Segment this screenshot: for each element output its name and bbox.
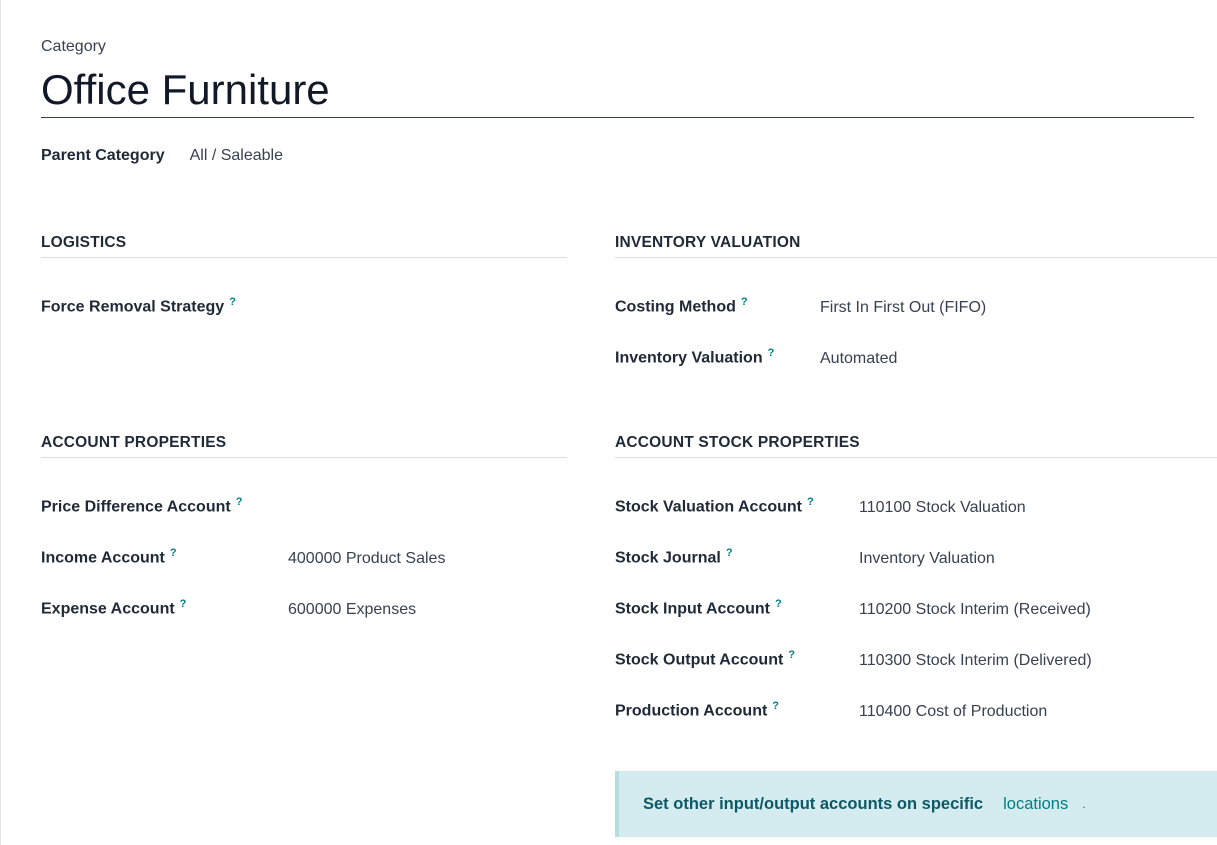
stock-valuation-label: Stock Valuation Account? <box>615 496 814 516</box>
stock-valuation-label-text: Stock Valuation Account <box>615 498 802 516</box>
stock-valuation-field[interactable]: 110100 Stock Valuation <box>859 499 1026 517</box>
costing-method-label-text: Costing Method <box>615 298 736 316</box>
stock-output-label: Stock Output Account? <box>615 649 795 669</box>
income-account-label: Income Account? <box>41 547 177 567</box>
inventory-valuation-row: Inventory Valuation? Automated <box>615 347 1217 371</box>
inventory-valuation-field[interactable]: Automated <box>820 350 897 368</box>
expense-account-field[interactable]: 600000 Expenses <box>288 601 416 619</box>
help-icon[interactable]: ? <box>726 547 733 559</box>
expense-account-row: Expense Account? 600000 Expenses <box>41 598 567 622</box>
inventory-valuation-label: Inventory Valuation? <box>615 347 774 367</box>
force-removal-label-text: Force Removal Strategy <box>41 298 225 316</box>
expense-account-label-text: Expense Account <box>41 600 175 618</box>
locations-link[interactable]: locations <box>1003 795 1068 814</box>
account-properties-title: ACCOUNT PROPERTIES <box>41 434 567 458</box>
stock-input-row: Stock Input Account? 110200 Stock Interi… <box>615 598 1217 622</box>
help-icon[interactable]: ? <box>772 700 779 712</box>
stock-output-label-text: Stock Output Account <box>615 651 784 669</box>
help-icon[interactable]: ? <box>807 496 814 508</box>
price-difference-row: Price Difference Account? <box>41 496 567 520</box>
logistics-section: LOGISTICS <box>41 234 567 258</box>
production-account-label-text: Production Account <box>615 702 768 720</box>
parent-category-label: Parent Category <box>41 147 165 164</box>
category-form-sheet: Category Office Furniture Parent Categor… <box>0 0 1217 845</box>
help-icon[interactable]: ? <box>170 547 177 559</box>
stock-journal-row: Stock Journal? Inventory Valuation <box>615 547 1217 571</box>
force-removal-row: Force Removal Strategy? <box>41 296 236 316</box>
account-properties-section: ACCOUNT PROPERTIES <box>41 434 567 458</box>
price-difference-label: Price Difference Account? <box>41 496 242 516</box>
production-account-label: Production Account? <box>615 700 779 720</box>
production-account-field[interactable]: 110400 Cost of Production <box>859 703 1047 721</box>
logistics-title: LOGISTICS <box>41 234 567 258</box>
stock-output-field[interactable]: 110300 Stock Interim (Delivered) <box>859 652 1092 670</box>
stock-input-field[interactable]: 110200 Stock Interim (Received) <box>859 601 1091 619</box>
costing-method-row: Costing Method? First In First Out (FIFO… <box>615 296 1217 320</box>
stock-journal-label-text: Stock Journal <box>615 549 721 567</box>
parent-category-field[interactable]: All / Saleable <box>190 147 283 165</box>
stock-input-label: Stock Input Account? <box>615 598 782 618</box>
stock-input-label-text: Stock Input Account <box>615 600 770 618</box>
stock-valuation-row: Stock Valuation Account? 110100 Stock Va… <box>615 496 1217 520</box>
income-account-row: Income Account? 400000 Product Sales <box>41 547 567 571</box>
inventory-valuation-label-text: Inventory Valuation <box>615 349 763 367</box>
help-icon[interactable]: ? <box>180 598 187 610</box>
stock-journal-label: Stock Journal? <box>615 547 733 567</box>
account-stock-properties-section: ACCOUNT STOCK PROPERTIES <box>615 434 1217 458</box>
production-account-row: Production Account? 110400 Cost of Produ… <box>615 700 1217 724</box>
force-removal-label: Force Removal Strategy? <box>41 296 236 316</box>
account-stock-properties-title: ACCOUNT STOCK PROPERTIES <box>615 434 1217 458</box>
help-icon[interactable]: ? <box>788 649 795 661</box>
inventory-valuation-title: INVENTORY VALUATION <box>615 234 1217 258</box>
help-icon[interactable]: ? <box>236 496 243 508</box>
costing-method-label: Costing Method? <box>615 296 748 316</box>
help-icon[interactable]: ? <box>229 296 236 308</box>
alert-text: Set other input/output accounts on speci… <box>643 794 984 813</box>
parent-category-row: Parent Category All / Saleable <box>41 147 283 165</box>
stock-journal-field[interactable]: Inventory Valuation <box>859 550 995 568</box>
info-alert: Set other input/output accounts on speci… <box>615 771 1217 837</box>
help-icon[interactable]: ? <box>741 296 748 308</box>
alert-period: . <box>1082 797 1086 811</box>
help-icon[interactable]: ? <box>775 598 782 610</box>
income-account-label-text: Income Account <box>41 549 165 567</box>
stock-output-row: Stock Output Account? 110300 Stock Inter… <box>615 649 1217 673</box>
inventory-valuation-section: INVENTORY VALUATION <box>615 234 1217 258</box>
expense-account-label: Expense Account? <box>41 598 186 618</box>
category-name-input[interactable]: Office Furniture <box>41 64 1194 118</box>
costing-method-field[interactable]: First In First Out (FIFO) <box>820 299 986 317</box>
price-difference-label-text: Price Difference Account <box>41 498 231 516</box>
category-label: Category <box>41 38 106 55</box>
income-account-field[interactable]: 400000 Product Sales <box>288 550 445 568</box>
help-icon[interactable]: ? <box>768 347 775 359</box>
